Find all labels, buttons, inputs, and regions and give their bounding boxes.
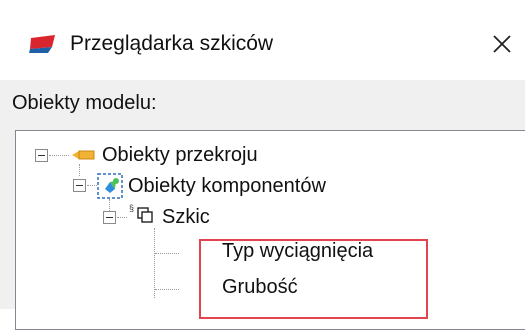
close-button[interactable] [488,30,518,60]
app-icon [29,35,55,53]
tree-connector [79,164,80,176]
tree-item-section-objects[interactable]: Obiekty przekroju [102,140,258,170]
model-objects-label: Obiekty modelu: [12,92,157,114]
expander-section-objects[interactable] [35,149,48,162]
tree-item-extrusion-type[interactable]: Typ wyciągnięcia [222,236,373,266]
sketch-icon: § [129,203,153,223]
tree-item-sketch[interactable]: Szkic [162,202,210,232]
tree-connector [155,253,179,254]
tree-item-label: Obiekty przekroju [102,144,258,166]
content-panel: Obiekty modelu: Obiekty przekroju Obiekt… [0,80,525,330]
component-objects-icon [97,173,123,199]
tree-connector [49,155,69,156]
model-tree[interactable]: Obiekty przekroju Obiekty komponentów § … [15,130,525,330]
expander-component-objects[interactable] [73,179,86,192]
tree-item-label: Typ wyciągnięcia [222,240,374,262]
tree-item-label: Szkic [162,206,210,228]
title-bar: Przeglądarka szkiców [0,0,525,80]
tree-item-label: Obiekty komponentów [128,175,326,197]
tree-connector [155,289,179,290]
tree-connector [109,199,110,211]
svg-text:§: § [129,203,134,213]
tree-item-thickness[interactable]: Grubość [222,272,298,302]
tree-item-component-objects[interactable]: Obiekty komponentów [128,171,326,201]
tree-connector [154,228,155,298]
tree-connector [117,217,127,218]
section-objects-icon [72,150,95,160]
close-icon [493,35,511,53]
expander-sketch[interactable] [103,211,116,224]
sketch-browser-window: Przeglądarka szkiców Obiekty modelu: Obi… [0,0,525,330]
tree-connector [87,185,97,186]
window-title: Przeglądarka szkiców [70,32,274,55]
tree-item-label: Grubość [222,276,298,298]
